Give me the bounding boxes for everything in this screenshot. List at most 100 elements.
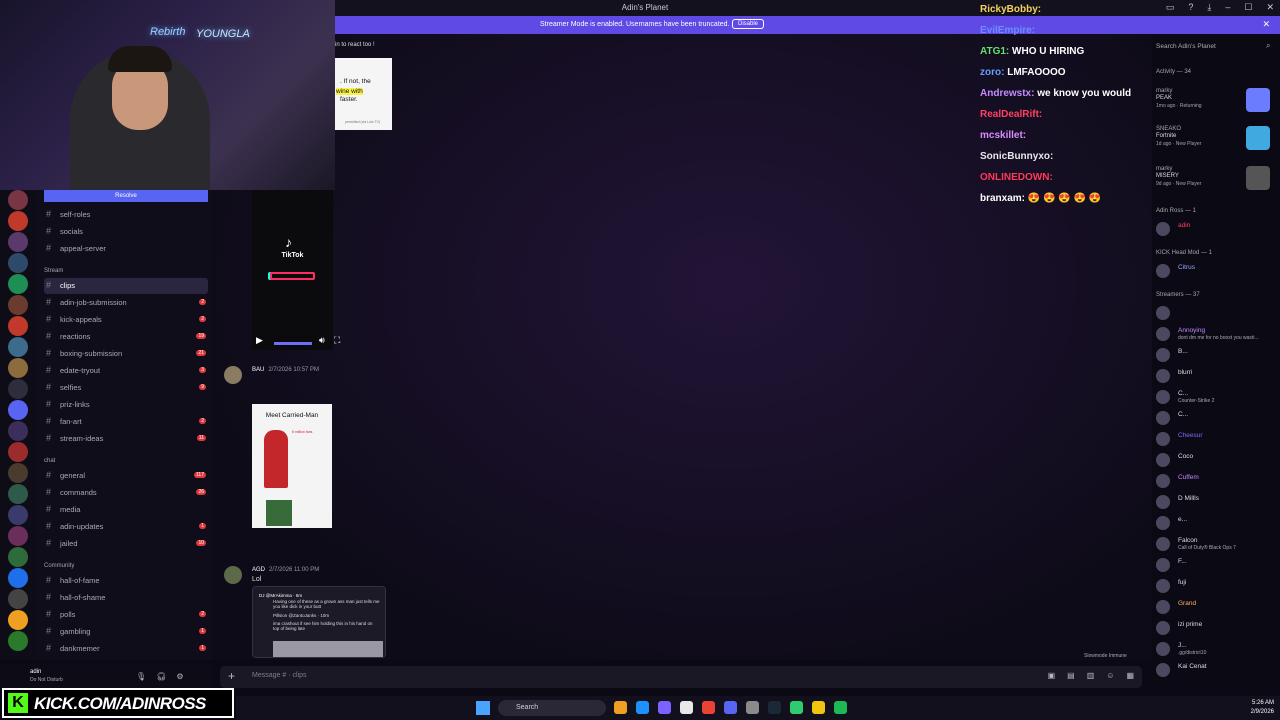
server-icon[interactable] [8, 505, 28, 525]
channel-stream-ideas[interactable]: # stream-ideas 11 [44, 431, 208, 447]
mic-icon[interactable]: 🎙︎ [136, 672, 146, 681]
volume-icon[interactable]: 🔊︎ [319, 335, 325, 346]
system-clock[interactable]: 5:26 AM 2/9/2026 [1251, 699, 1274, 717]
channel-adin-updates[interactable]: # adin-updates 1 [44, 519, 208, 535]
server-icon[interactable] [8, 463, 28, 483]
app-icon[interactable] [658, 701, 671, 714]
member-item[interactable]: e... [1156, 514, 1276, 532]
server-icon[interactable] [8, 358, 28, 378]
category-chat[interactable]: chat [44, 458, 55, 464]
meme-image[interactable]: Meet Carried-Man 6 million fans [252, 404, 332, 528]
maximize-button[interactable]: ☐ [1244, 2, 1252, 13]
member-item[interactable]: F... [1156, 556, 1276, 574]
member-item[interactable]: fuji [1156, 577, 1276, 595]
channel-general[interactable]: # general 117 [44, 468, 208, 484]
member-item[interactable]: Kai Cenat [1156, 661, 1276, 679]
member-item[interactable]: Cheesur [1156, 430, 1276, 448]
member-item[interactable]: Annoying dont dm me for no boost you wast… [1156, 325, 1276, 343]
inbox-icon[interactable]: ▭ [1166, 2, 1175, 13]
message-author[interactable]: BAU [252, 367, 264, 373]
tweet-embed[interactable]: DJ @MrAkimma · 6m Having one of these as… [252, 586, 386, 658]
server-icon[interactable] [8, 589, 28, 609]
channel-fan-art[interactable]: # fan-art 2 [44, 414, 208, 430]
gift-icon[interactable]: ▣ [1048, 671, 1056, 680]
member-item[interactable]: J... .gg/district10 [1156, 640, 1276, 658]
server-icon[interactable] [8, 484, 28, 504]
fullscreen-icon[interactable]: ⛶ [334, 335, 340, 346]
disable-button[interactable]: Disable [732, 19, 765, 29]
server-icon[interactable] [8, 211, 28, 231]
channel-gambling[interactable]: # gambling 1 [44, 624, 208, 640]
help-icon[interactable]: ? [1188, 2, 1193, 13]
channel-self-roles[interactable]: # self-roles [44, 207, 208, 223]
volume-slider[interactable] [274, 342, 312, 345]
gif-icon[interactable]: ▤ [1067, 671, 1075, 680]
channel-selfies[interactable]: # selfies 9 [44, 380, 208, 396]
server-icon[interactable] [8, 442, 28, 462]
channel-appeal-server[interactable]: # appeal-server [44, 241, 208, 257]
server-search[interactable]: Search Adin's Planet ⌕ [1150, 40, 1278, 54]
message-composer[interactable]: + Message # · clips ▣ ▤ ▥ ☺ ▦ [220, 666, 1142, 688]
server-icon[interactable] [8, 190, 28, 210]
category-stream[interactable]: Stream [44, 268, 63, 274]
channel-media[interactable]: # media [44, 502, 208, 518]
edge-icon[interactable] [636, 701, 649, 714]
tiktok-video[interactable]: ♪ TikTok [252, 190, 333, 350]
message-author[interactable]: AGD [252, 567, 265, 573]
discord-icon[interactable] [724, 701, 737, 714]
server-icon[interactable] [8, 421, 28, 441]
spotify-icon[interactable] [834, 701, 847, 714]
server-icon[interactable] [8, 547, 28, 567]
member-item[interactable]: adin [1156, 220, 1276, 238]
member-item[interactable]: Falcon Call of Duty® Black Ops 7 [1156, 535, 1276, 553]
channel-socials[interactable]: # socials [44, 224, 208, 240]
activity-card[interactable]: marky PEAK 1mo ago · Returning [1156, 88, 1276, 124]
headset-icon[interactable]: 🎧︎ [156, 672, 166, 681]
member-item[interactable]: D Millls [1156, 493, 1276, 511]
embedded-image-snippet[interactable]: . If not, the wine with faster. permitte… [335, 58, 392, 130]
member-item[interactable]: B... [1156, 346, 1276, 364]
activity-card[interactable]: marky MISERY 9d ago · New Player [1156, 166, 1276, 202]
apps-icon[interactable]: ▦ [1126, 671, 1134, 680]
close-banner-icon[interactable]: ✕ [1262, 19, 1270, 30]
server-icon[interactable] [8, 274, 28, 294]
username[interactable]: adin [30, 669, 41, 675]
app-icon[interactable] [614, 701, 627, 714]
avatar[interactable] [224, 366, 242, 384]
channel-hall-of-fame[interactable]: # hall-of-fame [44, 573, 208, 589]
avatar[interactable] [224, 566, 242, 584]
member-item[interactable]: izi prime [1156, 619, 1276, 637]
emoji-icon[interactable]: ☺ [1106, 671, 1114, 680]
channel-adin-job-submission[interactable]: # adin-job-submission 2 [44, 295, 208, 311]
server-icon[interactable] [8, 316, 28, 336]
minimize-button[interactable]: – [1225, 2, 1230, 13]
server-icon[interactable] [8, 400, 28, 420]
settings-icon[interactable]: ⚙ [176, 672, 183, 681]
add-attachment-icon[interactable]: + [228, 669, 235, 683]
download-icon[interactable]: ⤓ [1207, 2, 1211, 13]
member-item[interactable]: C... [1156, 409, 1276, 427]
resolve-button[interactable]: Resolve [44, 190, 208, 202]
server-icon[interactable] [8, 337, 28, 357]
channel-jailed[interactable]: # jailed 10 [44, 536, 208, 552]
member-item[interactable]: Cuffem [1156, 472, 1276, 490]
server-icon[interactable] [8, 631, 28, 651]
member-item[interactable] [1156, 304, 1276, 322]
channel-boxing-submission[interactable]: # boxing-submission 21 [44, 346, 208, 362]
server-icon[interactable] [8, 568, 28, 588]
chrome-icon[interactable] [702, 701, 715, 714]
channel-dankmemer[interactable]: # dankmemer 1 [44, 641, 208, 657]
channel-polls[interactable]: # polls 2 [44, 607, 208, 623]
server-icon[interactable] [8, 526, 28, 546]
app-icon[interactable] [746, 701, 759, 714]
member-item[interactable]: blurri [1156, 367, 1276, 385]
close-button[interactable]: ✕ [1266, 2, 1274, 13]
channel-commands[interactable]: # commands 26 [44, 485, 208, 501]
channel-reactions[interactable]: # reactions 19 [44, 329, 208, 345]
server-icon[interactable] [8, 232, 28, 252]
channel-priz-links[interactable]: # priz-links [44, 397, 208, 413]
folder-icon[interactable] [812, 701, 825, 714]
category-community[interactable]: Community [44, 563, 74, 569]
server-icon[interactable] [8, 610, 28, 630]
activity-card[interactable]: SNEAKO Fortnite 1d ago · New Player [1156, 126, 1276, 162]
